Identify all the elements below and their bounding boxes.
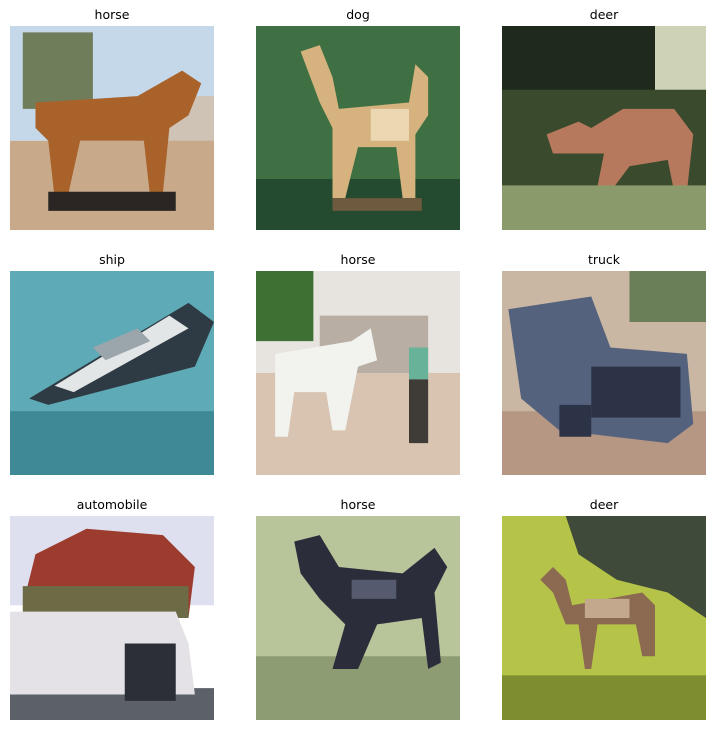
horse-highlight	[351, 579, 397, 599]
plants	[502, 185, 706, 230]
black-horse-photo	[256, 516, 460, 720]
image-title: truck	[587, 252, 621, 267]
water-dark	[10, 411, 214, 475]
horse-photo	[10, 26, 214, 230]
truck-grille	[591, 366, 681, 418]
person-legs	[409, 379, 429, 444]
dog-photo	[256, 26, 460, 230]
image-title: horse	[94, 7, 130, 22]
ground	[10, 140, 214, 230]
light-patch	[655, 26, 706, 90]
wheel	[559, 404, 592, 437]
image-title: deer	[589, 497, 619, 512]
dog-chest	[370, 108, 409, 141]
person-shirt	[409, 347, 429, 380]
tree	[22, 32, 93, 109]
tree	[256, 271, 314, 342]
deer-photo	[502, 516, 706, 720]
image-title: ship	[99, 252, 125, 267]
shadow	[48, 191, 176, 211]
deer-highlight	[584, 598, 630, 618]
car-tire	[124, 643, 176, 701]
deer-photo	[502, 26, 706, 230]
image-title: automobile	[76, 497, 148, 512]
image-title: dog	[346, 7, 370, 22]
shadow	[332, 198, 422, 211]
grass-dark	[502, 675, 706, 720]
tree	[629, 271, 706, 322]
image-title: horse	[340, 252, 376, 267]
image-title: horse	[340, 497, 376, 512]
horse-and-person-photo	[256, 271, 460, 475]
ship-photo	[10, 271, 214, 475]
automobile-photo	[10, 516, 214, 720]
image-title: deer	[589, 7, 619, 22]
truck-photo	[502, 271, 706, 475]
